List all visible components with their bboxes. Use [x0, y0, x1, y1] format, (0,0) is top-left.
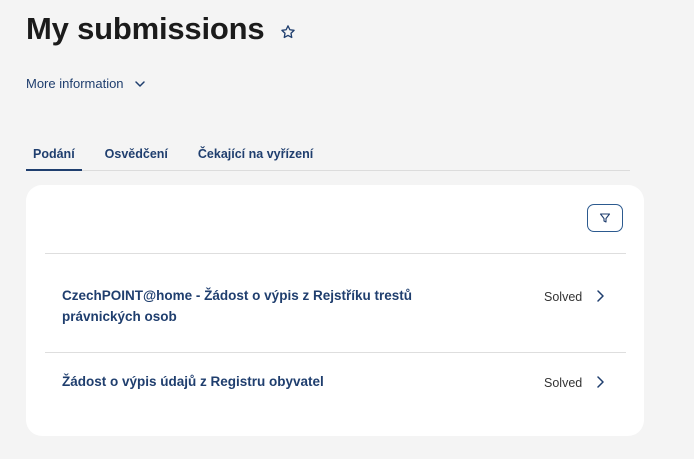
submission-status: Solved — [544, 290, 583, 304]
submission-title[interactable]: CzechPOINT@home - Žádost o výpis z Rejst… — [62, 285, 442, 327]
page: My submissions More information Podání O… — [0, 0, 694, 459]
page-title: My submissions — [26, 11, 265, 46]
divider — [45, 352, 626, 353]
tab-cekajici-na-vyrizeni[interactable]: Čekající na vyřízení — [191, 140, 320, 170]
submissions-card: CzechPOINT@home - Žádost o výpis z Rejst… — [26, 185, 644, 436]
submission-row[interactable]: CzechPOINT@home - Žádost o výpis z Rejst… — [45, 285, 626, 331]
filter-button[interactable] — [587, 204, 623, 232]
submission-title[interactable]: Žádost o výpis údajů z Registru obyvatel — [62, 371, 442, 392]
tab-bar: Podání Osvědčení Čekající na vyřízení — [26, 140, 630, 171]
title-row: My submissions — [26, 10, 296, 48]
tab-podani[interactable]: Podání — [26, 140, 82, 171]
filter-icon — [599, 212, 611, 224]
more-information-label: More information — [26, 76, 124, 91]
chevron-right-icon[interactable] — [594, 375, 606, 389]
chevron-down-icon — [134, 78, 146, 90]
submission-row[interactable]: Žádost o výpis údajů z Registru obyvatel… — [45, 371, 626, 395]
tab-osvedceni[interactable]: Osvědčení — [98, 140, 175, 170]
submission-status: Solved — [544, 376, 583, 390]
divider — [45, 253, 626, 254]
more-information-toggle[interactable]: More information — [26, 76, 146, 91]
favorite-star-icon[interactable] — [280, 24, 296, 40]
chevron-right-icon[interactable] — [594, 289, 606, 303]
